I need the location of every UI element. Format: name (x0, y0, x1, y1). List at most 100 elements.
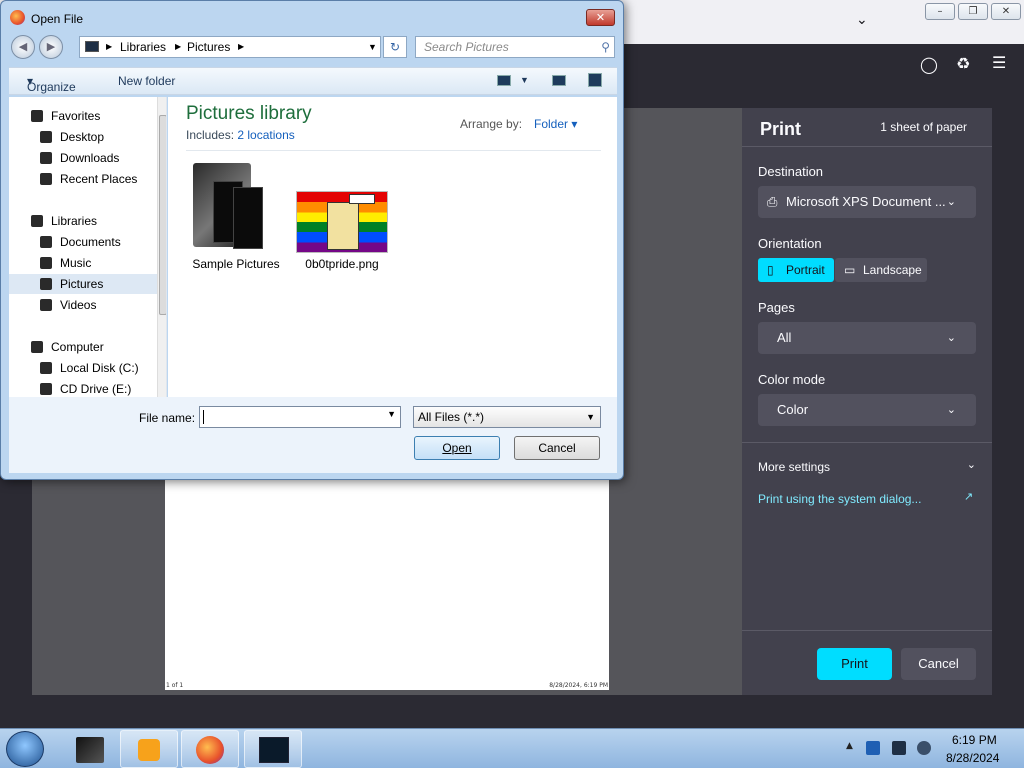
nav-recent-places[interactable]: Recent Places (40, 169, 137, 189)
monitor-icon (259, 737, 289, 763)
search-input[interactable]: Search Pictures ⚲ (415, 36, 615, 58)
nav-downloads[interactable]: Downloads (40, 148, 119, 168)
organize-button[interactable]: Organize ▾ (27, 74, 76, 94)
nav-libraries[interactable]: Libraries (31, 211, 97, 231)
nav-pictures[interactable]: Pictures (9, 274, 157, 294)
color-mode-select[interactable]: Color ⌄ (758, 394, 976, 426)
recent-places-icon (40, 173, 52, 185)
cancel-button[interactable]: Cancel (514, 436, 600, 460)
file-name-input[interactable]: ▼ (199, 406, 401, 428)
change-view-icon[interactable] (497, 75, 511, 86)
nav-libraries-label: Libraries (51, 214, 98, 228)
nav-computer[interactable]: Computer (31, 337, 104, 357)
nav-desktop[interactable]: Desktop (40, 127, 104, 147)
destination-value: Microsoft XPS Document ... (786, 194, 946, 209)
pages-select[interactable]: All ⌄ (758, 322, 976, 354)
taskbar-app-firefox[interactable] (181, 730, 239, 768)
file-type-value: All Files (*.*) (418, 410, 485, 424)
print-button[interactable]: Print (817, 648, 892, 680)
help-icon[interactable] (588, 73, 602, 87)
start-button[interactable] (6, 731, 44, 767)
breadcrumb-libraries[interactable]: Libraries (120, 37, 166, 57)
tab-list-chevron-icon[interactable]: ⌄ (856, 12, 868, 28)
more-settings-label: More settings (758, 460, 831, 474)
chevron-down-icon: ⌄ (966, 459, 976, 471)
forward-button[interactable]: ▶ (39, 35, 63, 59)
breadcrumb-pictures[interactable]: Pictures (187, 37, 230, 57)
sheet-count: 1 sheet of paper (880, 120, 967, 134)
volume-icon[interactable] (917, 741, 931, 755)
nav-videos[interactable]: Videos (40, 295, 96, 315)
nav-desktop-label: Desktop (60, 130, 105, 144)
portrait-toggle[interactable]: ▯ Portrait (758, 258, 834, 282)
nav-music[interactable]: Music (40, 253, 91, 273)
clock-time[interactable]: 6:19 PM (952, 733, 997, 747)
destination-select[interactable]: ⎙ Microsoft XPS Document ... ⌄ (758, 186, 976, 218)
address-bar[interactable]: ▶ Libraries ▶ Pictures ▶ ▼ (79, 36, 381, 58)
arrange-by-value: Folder (534, 117, 569, 131)
file-item-0b0tpride[interactable]: 0b0tpride.png (292, 157, 392, 275)
view-dropdown-icon[interactable]: ▼ (520, 75, 529, 85)
new-folder-button[interactable]: New folder (118, 74, 175, 88)
extensions-icon[interactable]: ♻ (956, 54, 970, 73)
menu-icon[interactable]: ☰ (992, 53, 1006, 72)
locations-link[interactable]: 2 locations (237, 128, 294, 142)
star-icon (31, 110, 43, 122)
tray-app-icon[interactable] (866, 741, 880, 755)
file-name: 0b0tpride.png (305, 257, 379, 271)
firefox-icon (10, 10, 25, 25)
scrollbar-thumb[interactable] (159, 115, 166, 315)
address-dropdown-icon[interactable]: ▼ (368, 37, 377, 57)
file-item-sample-pictures[interactable]: Sample Pictures (186, 157, 286, 275)
more-settings-toggle[interactable]: More settings ⌄ (758, 459, 976, 478)
music-icon (40, 257, 52, 269)
breadcrumb-separator: ▶ (238, 42, 245, 51)
nav-downloads-label: Downloads (60, 151, 120, 165)
nav-music-label: Music (60, 256, 92, 270)
nav-local-disk[interactable]: Local Disk (C:) (40, 358, 139, 378)
chevron-down-icon: ▼ (586, 412, 595, 422)
arrange-by-dropdown[interactable]: Folder ▾ (534, 117, 577, 131)
refresh-button[interactable]: ↻ (383, 36, 407, 58)
dialog-close-button[interactable]: ✕ (586, 9, 615, 26)
divider (742, 442, 992, 443)
includes-label: Includes: (186, 128, 235, 142)
nav-pictures-label: Pictures (60, 277, 104, 291)
open-file-dialog: Open File ✕ ◀ ▶ ▶ Libraries ▶ Pictures ▶… (0, 0, 624, 480)
destination-label: Destination (758, 164, 824, 179)
nav-scrollbar[interactable] (157, 97, 166, 397)
restore-button[interactable]: ❐ (958, 3, 988, 20)
pocket-icon[interactable]: ◯ (920, 55, 938, 74)
back-button[interactable]: ◀ (11, 35, 35, 59)
chevron-down-icon: ⌄ (946, 404, 956, 416)
monitor-tray-icon[interactable] (892, 741, 906, 755)
cd-drive-icon (40, 383, 52, 395)
show-hidden-icons-icon[interactable]: ▲ (846, 741, 853, 751)
cancel-print-button[interactable]: Cancel (901, 648, 976, 680)
folder-icon (193, 157, 263, 249)
landscape-toggle[interactable]: ▭ Landscape (835, 258, 927, 282)
open-button[interactable]: Open (414, 436, 500, 460)
chevron-down-icon[interactable]: ▼ (387, 409, 396, 419)
nav-documents[interactable]: Documents (40, 232, 121, 252)
system-dialog-link[interactable]: Print using the system dialog... (758, 492, 921, 506)
command-bar: Organize ▾ New folder ▼ (9, 67, 617, 95)
text-caret (203, 410, 204, 424)
breadcrumb-separator: ▶ (175, 42, 182, 51)
clock-date[interactable]: 8/28/2024 (946, 751, 999, 765)
dialog-title: Open File (31, 12, 84, 26)
taskbar-app-task-manager[interactable] (244, 730, 302, 768)
taskbar-app-media-player[interactable] (120, 730, 178, 768)
pictures-icon (40, 278, 52, 290)
nav-cd-drive[interactable]: CD Drive (E:) (40, 379, 131, 397)
color-mode-value: Color (777, 402, 809, 417)
navigation-pane: Favorites Desktop Downloads Recent Place… (9, 97, 167, 397)
preview-pane-icon[interactable] (552, 75, 566, 86)
close-window-button[interactable]: ✕ (991, 3, 1021, 20)
image-thumbnail (296, 191, 388, 253)
nav-favorites[interactable]: Favorites (31, 106, 100, 126)
taskbar-app-explorer[interactable] (62, 730, 120, 768)
file-type-select[interactable]: All Files (*.*) ▼ (413, 406, 601, 428)
desktop-icon (40, 131, 52, 143)
minimize-button[interactable]: – (925, 3, 955, 20)
